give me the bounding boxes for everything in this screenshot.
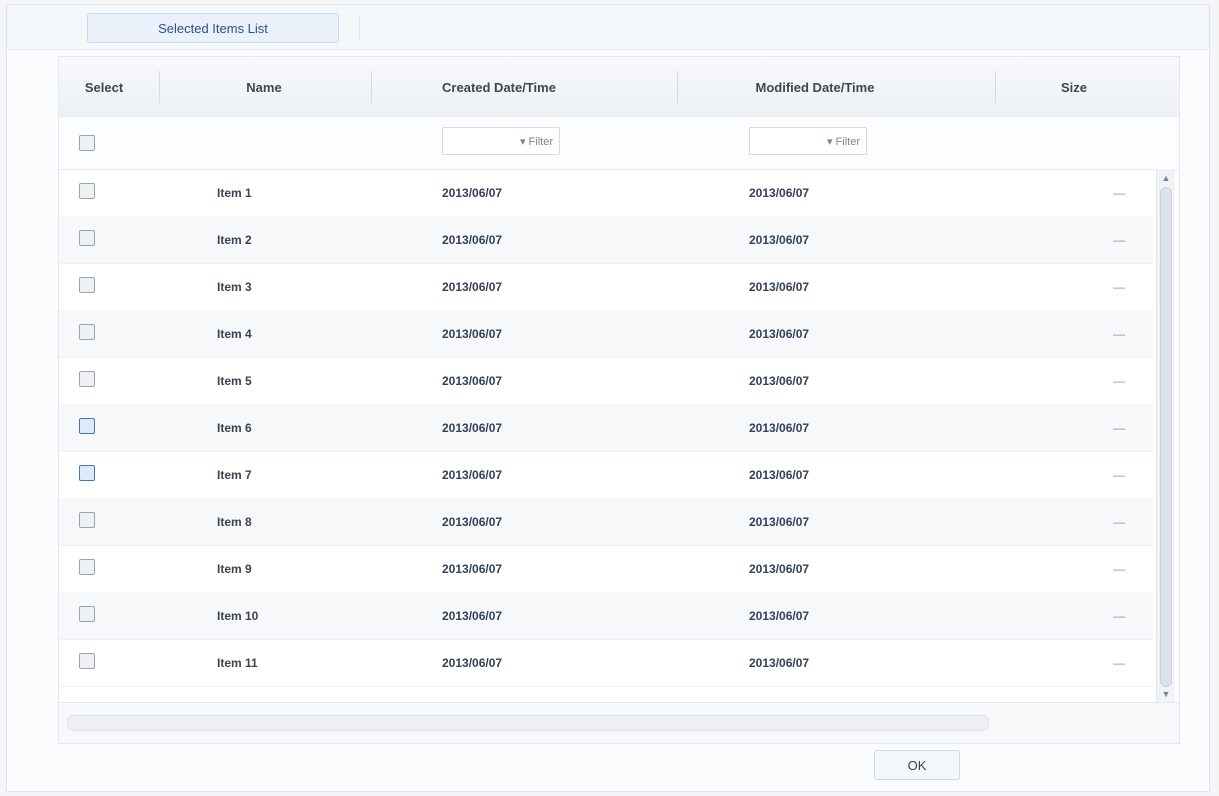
- horizontal-scrollbar[interactable]: [59, 702, 1179, 743]
- row-size: —: [1113, 279, 1125, 294]
- row-modified: 2013/06/07: [749, 655, 810, 670]
- row-created: 2013/06/07: [442, 279, 503, 294]
- tab-selected-items[interactable]: Selected Items List: [87, 13, 339, 43]
- data-grid: Select Name Created Date/Time Modified D…: [58, 56, 1180, 744]
- table-row[interactable]: Item 9 2013/06/07 2013/06/07 —: [59, 545, 1153, 593]
- row-modified: 2013/06/07: [749, 232, 810, 247]
- row-name: Item 9: [217, 561, 252, 576]
- row-size: —: [1113, 185, 1125, 200]
- table-row[interactable]: Item 10 2013/06/07 2013/06/07 —: [59, 592, 1153, 640]
- table-row[interactable]: Item 6 2013/06/07 2013/06/07 —: [59, 404, 1153, 452]
- row-modified: 2013/06/07: [749, 467, 810, 482]
- row-name: Item 8: [217, 514, 252, 529]
- row-name: Item 7: [217, 467, 252, 482]
- column-divider[interactable]: [995, 71, 996, 105]
- row-checkbox[interactable]: [79, 606, 95, 622]
- chevron-down-icon[interactable]: ▼: [1159, 687, 1173, 701]
- table-row[interactable]: Item 8 2013/06/07 2013/06/07 —: [59, 498, 1153, 546]
- row-checkbox[interactable]: [79, 418, 95, 434]
- row-name: Item 4: [217, 326, 252, 341]
- header-modified[interactable]: Modified Date/Time: [685, 57, 945, 117]
- grid-rows: Item 1 2013/06/07 2013/06/07 — Item 2 2013/06…: [59, 169, 1153, 703]
- row-created: 2013/06/07: [442, 326, 503, 341]
- row-size: —: [1113, 232, 1125, 247]
- tab-divider: [359, 17, 360, 39]
- row-created: 2013/06/07: [442, 561, 503, 576]
- row-checkbox[interactable]: [79, 465, 95, 481]
- row-modified: 2013/06/07: [749, 420, 810, 435]
- table-row[interactable]: Item 1 2013/06/07 2013/06/07 —: [59, 169, 1153, 217]
- header-select[interactable]: Select: [59, 57, 149, 117]
- row-created: 2013/06/07: [442, 655, 503, 670]
- row-checkbox[interactable]: [79, 559, 95, 575]
- row-modified: 2013/06/07: [749, 608, 810, 623]
- vertical-scrollbar[interactable]: ▲ ▼: [1156, 169, 1175, 703]
- row-size: —: [1113, 561, 1125, 576]
- row-checkbox[interactable]: [79, 230, 95, 246]
- row-modified: 2013/06/07: [749, 279, 810, 294]
- table-row[interactable]: Item 3 2013/06/07 2013/06/07 —: [59, 263, 1153, 311]
- table-row[interactable]: Item 11 2013/06/07 2013/06/07 —: [59, 639, 1153, 687]
- column-divider[interactable]: [677, 71, 678, 105]
- row-size: —: [1113, 608, 1125, 623]
- row-modified: 2013/06/07: [749, 326, 810, 341]
- filter-row: ▾ Filter ▾ Filter: [59, 117, 1179, 170]
- row-size: —: [1113, 326, 1125, 341]
- row-modified: 2013/06/07: [749, 561, 810, 576]
- row-created: 2013/06/07: [442, 608, 503, 623]
- row-name: Item 2: [217, 232, 252, 247]
- scroll-thumb[interactable]: [1160, 187, 1172, 687]
- chevron-up-icon[interactable]: ▲: [1159, 171, 1173, 185]
- row-checkbox[interactable]: [79, 653, 95, 669]
- row-created: 2013/06/07: [442, 232, 503, 247]
- modified-filter[interactable]: ▾ Filter: [749, 127, 867, 155]
- tab-bar: Selected Items List: [7, 5, 1209, 50]
- row-size: —: [1113, 373, 1125, 388]
- header-size[interactable]: Size: [1019, 57, 1129, 117]
- horizontal-scroll-thumb[interactable]: [67, 715, 989, 731]
- row-checkbox[interactable]: [79, 371, 95, 387]
- row-created: 2013/06/07: [442, 373, 503, 388]
- created-filter[interactable]: ▾ Filter: [442, 127, 560, 155]
- row-created: 2013/06/07: [442, 514, 503, 529]
- row-created: 2013/06/07: [442, 420, 503, 435]
- row-modified: 2013/06/07: [749, 185, 810, 200]
- grid-header: Select Name Created Date/Time Modified D…: [59, 57, 1179, 118]
- row-checkbox[interactable]: [79, 324, 95, 340]
- row-size: —: [1113, 420, 1125, 435]
- row-name: Item 11: [217, 655, 258, 670]
- table-row[interactable]: Item 5 2013/06/07 2013/06/07 —: [59, 357, 1153, 405]
- table-row[interactable]: Item 4 2013/06/07 2013/06/07 —: [59, 310, 1153, 358]
- row-name: Item 10: [217, 608, 259, 623]
- row-created: 2013/06/07: [442, 467, 503, 482]
- header-created[interactable]: Created Date/Time: [379, 57, 619, 117]
- row-name: Item 3: [217, 279, 252, 294]
- row-name: Item 5: [217, 373, 252, 388]
- row-checkbox[interactable]: [79, 183, 95, 199]
- table-row[interactable]: Item 7 2013/06/07 2013/06/07 —: [59, 451, 1153, 499]
- row-modified: 2013/06/07: [749, 514, 810, 529]
- row-created: 2013/06/07: [442, 185, 503, 200]
- row-name: Item 1: [217, 185, 252, 200]
- select-all-checkbox[interactable]: [79, 135, 95, 151]
- row-name: Item 6: [217, 420, 252, 435]
- row-modified: 2013/06/07: [749, 373, 810, 388]
- row-size: —: [1113, 467, 1125, 482]
- row-size: —: [1113, 655, 1125, 670]
- row-size: —: [1113, 514, 1125, 529]
- row-checkbox[interactable]: [79, 512, 95, 528]
- header-name[interactable]: Name: [199, 57, 329, 117]
- ok-button[interactable]: OK: [874, 750, 960, 780]
- column-divider[interactable]: [159, 71, 160, 105]
- column-divider[interactable]: [371, 71, 372, 105]
- row-checkbox[interactable]: [79, 277, 95, 293]
- table-row[interactable]: Item 2 2013/06/07 2013/06/07 —: [59, 216, 1153, 264]
